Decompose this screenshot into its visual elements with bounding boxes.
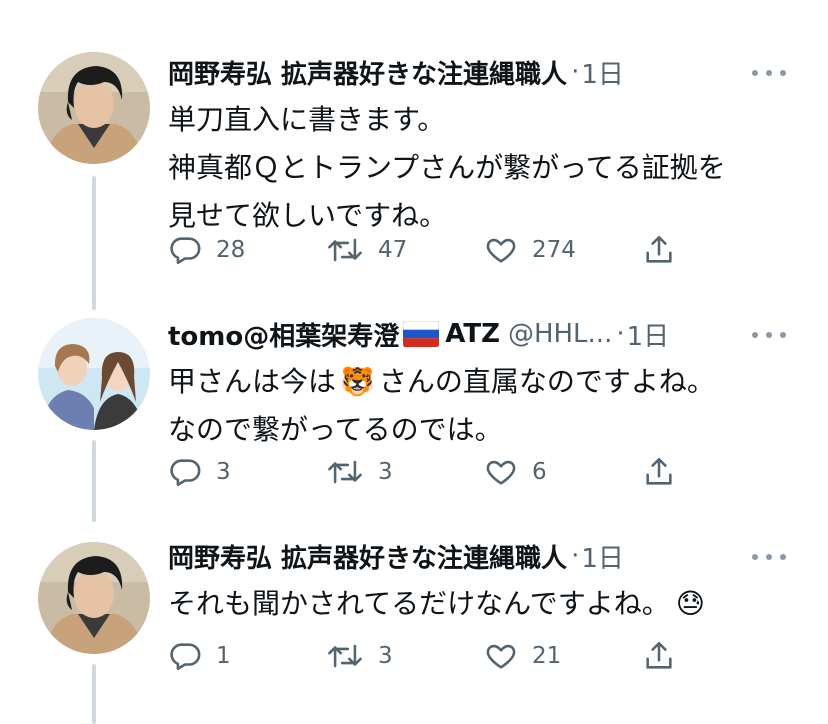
thread-connector	[92, 176, 96, 310]
timestamp[interactable]: 1日	[581, 54, 624, 91]
avatar[interactable]	[38, 52, 150, 164]
tweet-text-line: 単刀直入に書きます。	[168, 103, 446, 136]
tweet-text-segment: 甲さんは今は	[168, 365, 337, 398]
tweet[interactable]: 岡野寿弘 拡声器好きな注連縄職人 · 1日 単刀直入に書きます。 神真都Ｑとトラ…	[0, 52, 828, 310]
share-button[interactable]	[642, 636, 676, 676]
tweet-actions: 3 3 6	[168, 452, 688, 492]
reply-icon	[170, 643, 201, 671]
reply-icon	[170, 237, 201, 265]
retweet-button[interactable]: 3	[326, 452, 393, 492]
like-count: 6	[532, 459, 547, 485]
reply-button[interactable]: 3	[168, 452, 231, 492]
like-button[interactable]: 6	[484, 452, 547, 492]
like-button[interactable]: 274	[484, 230, 576, 270]
timestamp[interactable]: 1日	[627, 316, 670, 353]
tweet-text: それも聞かされてるだけなんですよね。 😓	[168, 580, 705, 628]
russia-flag-icon	[403, 321, 440, 347]
reply-button[interactable]: 1	[168, 636, 231, 676]
heart-icon	[486, 238, 516, 263]
tweet-text-segment: それも聞かされてるだけなんですよね。	[168, 587, 670, 620]
retweet-icon	[328, 644, 362, 668]
tweet[interactable]: tomo@相葉架寿澄 ATZ @HHL... · 1日 甲さんは今は 🐯 さんの直属…	[0, 314, 828, 522]
like-count: 274	[532, 237, 576, 263]
author-name[interactable]: 岡野寿弘 拡声器好きな注連縄職人	[168, 538, 567, 575]
reply-count: 3	[216, 459, 231, 485]
like-count: 21	[532, 643, 562, 669]
tweet-text-line: なので繋がってるのでは。	[168, 413, 503, 446]
author-handle[interactable]: @HHL...	[508, 319, 612, 349]
tweet-header: 岡野寿弘 拡声器好きな注連縄職人 · 1日	[168, 536, 624, 576]
retweet-icon	[328, 238, 362, 262]
author-name-suffix[interactable]: ATZ	[445, 319, 500, 349]
avatar[interactable]	[38, 542, 150, 654]
tweet-text-segment: さんの直属なのですよね。	[378, 365, 715, 398]
more-icon[interactable]	[752, 320, 786, 350]
avatar[interactable]	[38, 318, 150, 430]
tweet-header: 岡野寿弘 拡声器好きな注連縄職人 · 1日	[168, 52, 624, 92]
share-icon	[646, 641, 672, 669]
separator-dot: ·	[616, 319, 625, 349]
avatar-image	[38, 318, 150, 430]
reply-count: 28	[216, 237, 246, 263]
thread-connector	[92, 440, 96, 522]
share-button[interactable]	[642, 230, 676, 270]
more-icon[interactable]	[752, 542, 786, 572]
tweet-header: tomo@相葉架寿澄 ATZ @HHL... · 1日	[168, 314, 669, 354]
retweet-button[interactable]: 3	[326, 636, 393, 676]
tweet-actions: 1 3 21	[168, 636, 688, 676]
share-icon	[646, 457, 672, 485]
sweat-face-emoji: 😓	[675, 587, 705, 620]
timestamp[interactable]: 1日	[581, 538, 624, 575]
tweet-actions: 28 47 274	[168, 230, 688, 270]
tweet-text-line: それも聞かされてるだけなんですよね。 😓	[168, 580, 705, 628]
avatar-image	[38, 52, 150, 164]
reply-button[interactable]: 28	[168, 230, 245, 270]
retweet-count: 3	[378, 459, 393, 485]
tweet-text: 甲さんは今は 🐯 さんの直属なのですよね。 なので繋がってるのでは。	[168, 358, 715, 454]
tweet-text: 単刀直入に書きます。 神真都Ｑとトランプさんが繋がってる証拠を 見せて欲しいです…	[168, 96, 726, 240]
author-name[interactable]: 岡野寿弘 拡声器好きな注連縄職人	[168, 54, 567, 91]
retweet-button[interactable]: 47	[326, 230, 407, 270]
reply-icon	[170, 459, 201, 487]
tweet[interactable]: 岡野寿弘 拡声器好きな注連縄職人 · 1日 それも聞かされてるだけなんですよね。…	[0, 536, 828, 724]
tweet-text-line: 甲さんは今は 🐯 さんの直属なのですよね。	[168, 358, 715, 406]
tiger-emoji: 🐯	[340, 365, 375, 398]
author-name[interactable]: tomo@相葉架寿澄	[168, 316, 399, 353]
retweet-count: 3	[378, 643, 393, 669]
avatar-image	[38, 542, 150, 654]
heart-icon	[486, 644, 516, 669]
tweet-thread: 岡野寿弘 拡声器好きな注連縄職人 · 1日 単刀直入に書きます。 神真都Ｑとトラ…	[0, 0, 828, 724]
reply-count: 1	[216, 643, 231, 669]
retweet-count: 47	[378, 237, 408, 263]
separator-dot: ·	[571, 57, 580, 87]
more-icon[interactable]	[752, 58, 786, 88]
share-icon	[646, 235, 672, 263]
retweet-icon	[328, 460, 362, 484]
tweet-text-line: 神真都Ｑとトランプさんが繋がってる証拠を	[168, 151, 726, 184]
like-button[interactable]: 21	[484, 636, 561, 676]
heart-icon	[486, 460, 516, 485]
separator-dot: ·	[571, 541, 580, 571]
share-button[interactable]	[642, 452, 676, 492]
thread-connector	[92, 664, 96, 724]
